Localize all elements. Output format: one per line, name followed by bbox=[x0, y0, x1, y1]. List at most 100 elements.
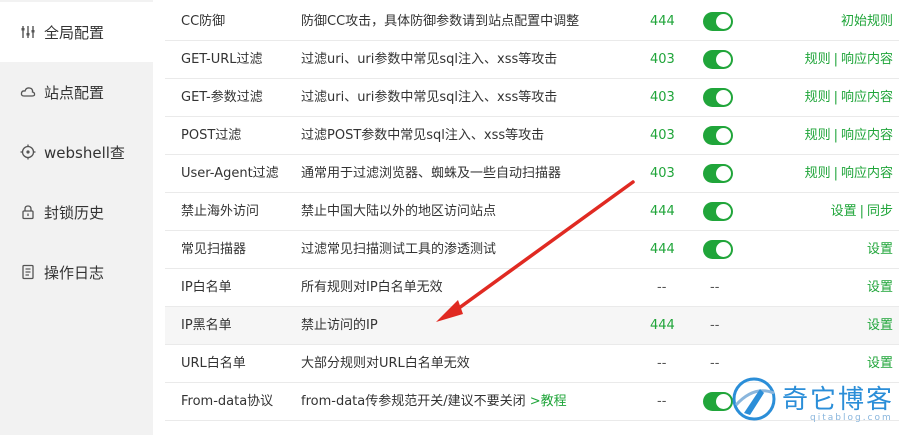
table-row: 禁止海外访问 禁止中国大陆以外的地区访问站点 444 设置 | 同步 bbox=[165, 193, 899, 231]
action-separator: | bbox=[833, 90, 838, 105]
rule-name: 禁止海外访问 bbox=[181, 204, 260, 219]
rule-description-text: 禁止访问的IP bbox=[301, 318, 378, 333]
action-separator: | bbox=[833, 166, 838, 181]
row-actions: 初始规则 bbox=[743, 3, 893, 41]
table-row: GET-参数过滤 过滤uri、uri参数中常见sql注入、xss等攻击 403 规则 |… bbox=[165, 79, 899, 117]
rule-description: 过滤uri、uri参数中常见sql注入、xss等攻击 bbox=[301, 79, 641, 117]
response-code[interactable]: 444 bbox=[650, 231, 690, 269]
response-code[interactable]: 444 bbox=[650, 3, 690, 41]
rule-description-text: 过滤uri、uri参数中常见sql注入、xss等攻击 bbox=[301, 90, 558, 105]
rule-description: 过滤uri、uri参数中常见sql注入、xss等攻击 bbox=[301, 41, 641, 79]
sidebar-item-2[interactable]: 站点配置 bbox=[0, 62, 153, 122]
status-toggle[interactable] bbox=[703, 164, 733, 183]
row-actions: 规则 | 响应内容 bbox=[743, 155, 893, 193]
rule-description-text: 通常用于过滤浏览器、蜘蛛及一些自动扫描器 bbox=[301, 166, 562, 181]
status-toggle[interactable] bbox=[703, 126, 733, 145]
action-link[interactable]: 初始规则 bbox=[841, 14, 893, 29]
rule-name: User-Agent过滤 bbox=[181, 166, 279, 181]
sidebar-item-3[interactable]: webshell查 bbox=[0, 122, 153, 182]
rule-table: CC防御 防御CC攻击，具体防御参数请到站点配置中调整 444 初始规则 GET-URL… bbox=[153, 0, 903, 435]
row-actions: 规则 | 响应内容 bbox=[743, 79, 893, 117]
rule-name: POST过滤 bbox=[181, 128, 242, 143]
rule-description-text: 过滤uri、uri参数中常见sql注入、xss等攻击 bbox=[301, 52, 558, 67]
sidebar-item-label: 全局配置 bbox=[44, 23, 105, 42]
action-link[interactable]: 同步 bbox=[867, 204, 893, 219]
action-link[interactable]: 设置 bbox=[867, 280, 893, 295]
action-link[interactable]: 设置 bbox=[867, 242, 893, 257]
rule-description-text: 过滤POST参数中常见sql注入、xss等攻击 bbox=[301, 128, 545, 143]
response-code[interactable]: 444 bbox=[650, 193, 690, 231]
rule-description: 过滤常见扫描测试工具的渗透测试 bbox=[301, 231, 641, 269]
rule-description: 禁止中国大陆以外的地区访问站点 bbox=[301, 193, 641, 231]
rule-description: 通常用于过滤浏览器、蜘蛛及一些自动扫描器 bbox=[301, 155, 641, 193]
status-toggle-cell bbox=[703, 231, 743, 269]
table-row: GET-URL过滤 过滤uri、uri参数中常见sql注入、xss等攻击 403 规则… bbox=[165, 41, 899, 79]
rule-name: GET-参数过滤 bbox=[181, 90, 263, 105]
response-code: -- bbox=[657, 394, 667, 409]
action-link[interactable]: 设置 bbox=[867, 318, 893, 333]
response-code[interactable]: 403 bbox=[650, 41, 690, 79]
response-code[interactable]: 403 bbox=[650, 117, 690, 155]
table-row: POST过滤 过滤POST参数中常见sql注入、xss等攻击 403 规则 | 响应内容 bbox=[165, 117, 899, 155]
action-link[interactable]: 响应内容 bbox=[841, 90, 893, 105]
row-actions: 规则 | 响应内容 bbox=[743, 117, 893, 155]
rule-description: 过滤POST参数中常见sql注入、xss等攻击 bbox=[301, 117, 641, 155]
row-actions: 设置 bbox=[743, 231, 893, 269]
action-separator: | bbox=[833, 128, 838, 143]
action-link[interactable]: 响应内容 bbox=[841, 52, 893, 67]
status-toggle[interactable] bbox=[703, 88, 733, 107]
rule-description-text: 大部分规则对URL白名单无效 bbox=[301, 356, 470, 371]
status-toggle-cell bbox=[703, 117, 743, 155]
toggle-knob bbox=[716, 90, 731, 105]
rule-description-text: from-data传参规范开关/建议不要关闭 bbox=[301, 394, 526, 409]
action-link[interactable]: 规则 bbox=[805, 52, 831, 67]
tutorial-link[interactable]: >教程 bbox=[530, 394, 567, 409]
action-link[interactable]: 规则 bbox=[805, 166, 831, 181]
response-code[interactable]: 444 bbox=[650, 307, 690, 345]
sidebar-item-1[interactable]: 全局配置 bbox=[0, 2, 153, 62]
status-toggle[interactable] bbox=[703, 392, 733, 411]
action-link[interactable]: 规则 bbox=[805, 128, 831, 143]
action-link[interactable]: 设置 bbox=[867, 356, 893, 371]
lock-icon bbox=[20, 204, 36, 220]
row-actions: 设置 bbox=[743, 307, 893, 345]
rule-description: 防御CC攻击，具体防御参数请到站点配置中调整 bbox=[301, 3, 641, 41]
response-code: -- bbox=[657, 356, 667, 371]
status-toggle[interactable] bbox=[703, 50, 733, 69]
sliders-icon bbox=[20, 24, 36, 40]
toggle-knob bbox=[716, 52, 731, 67]
rule-description: 禁止访问的IP bbox=[301, 307, 641, 345]
response-code[interactable]: 403 bbox=[650, 79, 690, 117]
rule-description: from-data传参规范开关/建议不要关闭 >教程 bbox=[301, 383, 641, 421]
sidebar-item-label: 操作日志 bbox=[44, 263, 105, 282]
status-toggle[interactable] bbox=[703, 12, 733, 31]
action-link[interactable]: 规则 bbox=[805, 90, 831, 105]
rule-description: 所有规则对IP白名单无效 bbox=[301, 269, 641, 307]
rule-name: From-data协议 bbox=[181, 394, 274, 409]
toggle-knob bbox=[716, 204, 731, 219]
sidebar: 全局配置站点配置 webshell查 封锁历史操作日志 bbox=[0, 0, 153, 435]
action-separator: | bbox=[859, 204, 864, 219]
sidebar-item-4[interactable]: 封锁历史 bbox=[0, 182, 153, 242]
cloud-icon bbox=[20, 84, 36, 100]
status-toggle-cell bbox=[703, 155, 743, 193]
table-row: 常见扫描器 过滤常见扫描测试工具的渗透测试 444 设置 bbox=[165, 231, 899, 269]
target-icon bbox=[20, 144, 36, 160]
table-row: CC防御 防御CC攻击，具体防御参数请到站点配置中调整 444 初始规则 bbox=[165, 3, 899, 41]
response-code[interactable]: 403 bbox=[650, 155, 690, 193]
rule-name: CC防御 bbox=[181, 14, 226, 29]
status-toggle-cell bbox=[703, 41, 743, 79]
response-code: -- bbox=[657, 280, 667, 295]
action-link[interactable]: 响应内容 bbox=[841, 128, 893, 143]
action-link[interactable]: 设置 bbox=[831, 204, 857, 219]
table-row: IP黑名单 禁止访问的IP 444 -- 设置 bbox=[165, 307, 899, 345]
row-actions: 规则 | 响应内容 bbox=[743, 41, 893, 79]
rule-description: 大部分规则对URL白名单无效 bbox=[301, 345, 641, 383]
action-link[interactable]: 响应内容 bbox=[841, 166, 893, 181]
status-toggle[interactable] bbox=[703, 240, 733, 259]
row-actions: 设置 bbox=[743, 269, 893, 307]
toggle-knob bbox=[716, 14, 731, 29]
sidebar-item-5[interactable]: 操作日志 bbox=[0, 242, 153, 302]
status-toggle[interactable] bbox=[703, 202, 733, 221]
table-row: IP白名单 所有规则对IP白名单无效 -- -- 设置 bbox=[165, 269, 899, 307]
